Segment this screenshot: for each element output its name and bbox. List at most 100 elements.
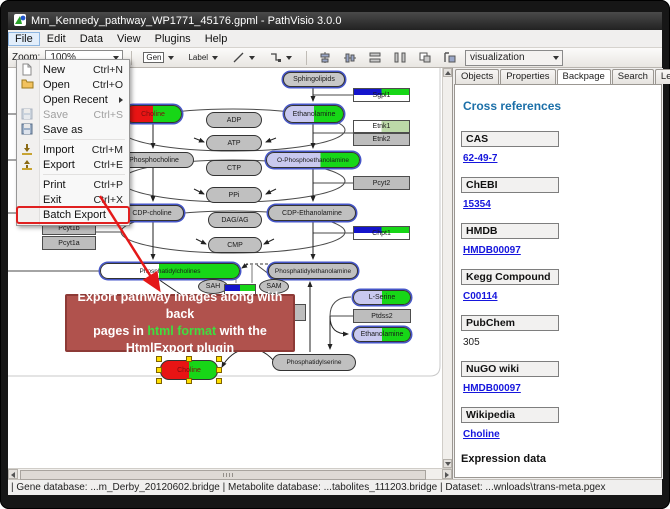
send-to-back-button[interactable] <box>415 49 435 66</box>
menu-edit[interactable]: Edit <box>40 32 73 46</box>
save-icon <box>21 108 35 121</box>
tab-search[interactable]: Search <box>612 69 654 84</box>
node-pcyt2[interactable]: Pcyt2 <box>353 176 410 190</box>
file-menu-item-import[interactable]: ImportCtrl+M <box>17 142 129 157</box>
xref-value-nugo-wiki[interactable]: HMDB00097 <box>463 383 655 394</box>
file-menu-shortcut: Ctrl+S <box>94 109 123 121</box>
selection-handle[interactable] <box>156 367 162 373</box>
menu-data[interactable]: Data <box>73 32 110 46</box>
node-etnk2[interactable]: Etnk2 <box>353 133 410 146</box>
tab-legend[interactable]: Legend <box>655 69 670 84</box>
bring-to-front-button[interactable] <box>440 49 460 66</box>
new-connector-button[interactable] <box>266 49 298 66</box>
distribute-columns-icon <box>393 51 407 64</box>
new-gene-product-button[interactable]: Gen <box>140 50 180 65</box>
xref-value-chebi[interactable]: 15354 <box>463 199 655 210</box>
file-menu-item-save: SaveCtrl+S <box>17 107 129 122</box>
file-menu-item-label: Print <box>43 179 94 191</box>
file-menu-item-label: New <box>43 64 93 76</box>
scroll-down-button[interactable] <box>443 459 452 468</box>
cross-references-heading: Cross references <box>463 99 655 113</box>
file-menu-item-export[interactable]: ExportCtrl+E <box>17 157 129 172</box>
tab-objects[interactable]: Objects <box>455 69 499 84</box>
xref-value-wikipedia[interactable]: Choline <box>463 429 655 440</box>
file-menu-item-label: Open <box>43 79 92 91</box>
file-menu-item-new[interactable]: NewCtrl+N <box>17 62 129 77</box>
new-line-button[interactable] <box>229 49 261 66</box>
xref-value-hmdb[interactable]: HMDB00097 <box>463 245 655 256</box>
tab-properties[interactable]: Properties <box>500 69 555 84</box>
file-menu-shortcut: Ctrl+E <box>94 159 123 171</box>
selection-handle[interactable] <box>186 378 192 384</box>
node-atp[interactable]: ATP <box>206 135 262 151</box>
scroll-right-button[interactable] <box>442 469 452 479</box>
backpage-panel: Cross references CAS62-49-7ChEBI15354HMD… <box>454 84 662 478</box>
file-menu-item-open-recent[interactable]: Open Recent <box>17 92 129 107</box>
menu-file[interactable]: File <box>8 32 40 46</box>
node-phosphatidylethanolamine[interactable]: Phosphatidylethanolamine <box>268 263 358 279</box>
node-ptdss2[interactable]: Ptdss2 <box>353 309 411 323</box>
label-icon: Label <box>188 53 208 62</box>
node-cdp-ethanolamine[interactable]: CDP-Ethanolamine <box>268 205 356 221</box>
node-adp[interactable]: ADP <box>206 112 262 128</box>
node-ctp[interactable]: CTP <box>206 160 262 176</box>
scroll-up-button[interactable] <box>443 68 452 77</box>
file-menu-item-label: Batch Export <box>43 209 123 221</box>
node-chpt1[interactable]: Chpt1 <box>353 226 410 240</box>
vertical-scrollbar[interactable] <box>442 68 452 468</box>
node-cmp[interactable]: CMP <box>208 237 262 253</box>
node-phosphatidylserine[interactable]: Phosphatidylserine <box>272 354 356 371</box>
node-pcyt1a[interactable]: Pcyt1a <box>42 236 96 250</box>
menu-plugins[interactable]: Plugins <box>148 32 198 46</box>
align-center-horizontal-button[interactable] <box>315 49 335 66</box>
xref-value-cas[interactable]: 62-49-7 <box>463 153 655 164</box>
node-phosphatidylcholines[interactable]: Phosphatidylcholines <box>100 263 240 279</box>
selection-handle[interactable] <box>156 378 162 384</box>
node-choline-top[interactable]: Choline <box>124 105 182 123</box>
chevron-down-icon <box>212 56 218 60</box>
distribute-rows-button[interactable] <box>365 49 385 66</box>
align-center-vertical-button[interactable] <box>340 49 360 66</box>
xref-source-hmdb: HMDB <box>461 223 559 239</box>
file-menu-separator <box>43 139 125 140</box>
menu-bar: FileEditDataViewPluginsHelp <box>8 30 662 48</box>
node-choline-selected[interactable]: Choline <box>160 360 218 380</box>
file-menu-item-open[interactable]: OpenCtrl+O <box>17 77 129 92</box>
node-o-phosphoethanolamine[interactable]: O-Phosphoethanolamine <box>266 152 360 168</box>
node-etnk1[interactable]: Etnk1 <box>353 120 410 133</box>
file-menu-item-save-as[interactable]: Save as <box>17 122 129 137</box>
horizontal-scrollbar[interactable] <box>8 468 452 479</box>
file-menu-item-label: Save as <box>43 124 123 136</box>
selection-handle[interactable] <box>216 378 222 384</box>
node-l-serine[interactable]: L-Serine <box>353 290 411 305</box>
node-dag[interactable]: DAG/AG <box>208 212 262 228</box>
file-menu-item-exit[interactable]: ExitCtrl+X <box>17 192 129 207</box>
new-file-icon <box>21 63 35 76</box>
visualization-combobox[interactable]: visualization <box>465 50 563 66</box>
window-title: Mm_Kennedy_pathway_WP1771_45176.gpml - P… <box>31 15 341 27</box>
node-sgpl1[interactable]: Sgpl1 <box>353 88 410 102</box>
node-ethanolamine-top[interactable]: Ethanolamine <box>284 105 344 123</box>
xref-value-kegg-compound[interactable]: C00114 <box>463 291 655 302</box>
application-window: Mm_Kennedy_pathway_WP1771_45176.gpml - P… <box>0 0 670 509</box>
file-menu-shortcut: Ctrl+M <box>92 144 123 156</box>
node-sphingolipids[interactable]: Sphingolipids <box>283 72 345 87</box>
menu-help[interactable]: Help <box>198 32 235 46</box>
tab-backpage[interactable]: Backpage <box>557 69 611 84</box>
chevron-down-icon <box>168 56 174 60</box>
node-ethanolamine-bottom[interactable]: Ethanolamine <box>353 327 411 342</box>
menu-view[interactable]: View <box>110 32 148 46</box>
file-menu-item-print[interactable]: PrintCtrl+P <box>17 177 129 192</box>
node-ppi[interactable]: PPi <box>206 187 262 203</box>
side-panel: ObjectsPropertiesBackpageSearchLegend Cr… <box>452 68 663 479</box>
new-label-button[interactable]: Label <box>185 51 224 64</box>
app-icon <box>14 14 26 29</box>
open-folder-icon <box>21 78 35 91</box>
scroll-left-button[interactable] <box>8 469 18 479</box>
file-menu-item-batch-export[interactable]: Batch Export <box>17 207 129 223</box>
selection-handle[interactable] <box>216 367 222 373</box>
file-menu-item-label: Save <box>43 109 94 121</box>
scrollbar-thumb[interactable] <box>20 470 426 480</box>
align-center-vertical-icon <box>343 51 357 64</box>
distribute-columns-button[interactable] <box>390 49 410 66</box>
